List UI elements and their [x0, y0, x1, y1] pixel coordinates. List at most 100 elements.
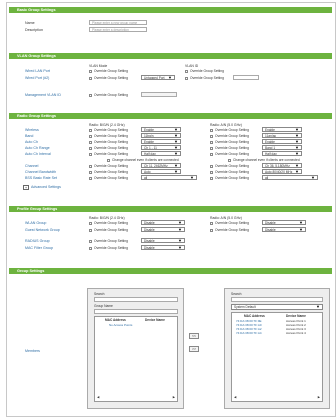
wlan-group-24-select[interactable]: Disable ▼: [141, 220, 185, 225]
override-checkbox[interactable]: [89, 177, 92, 180]
override-checkbox[interactable]: [89, 240, 92, 243]
override-label: Override Group Setting: [190, 69, 224, 73]
profile-group-header: Profile Group Settings: [9, 206, 332, 212]
select-value: Disable: [144, 246, 155, 250]
select-value: Disable: [144, 221, 155, 225]
override-label: Override Group Setting: [94, 152, 128, 156]
vlan-id-override-checkbox[interactable]: [185, 77, 188, 80]
remove-from-group-button[interactable]: >>: [189, 346, 199, 352]
guest-group-24-select[interactable]: Disable ▼: [141, 227, 185, 232]
select-value: Enable: [265, 140, 275, 144]
channel-5-select[interactable]: Ch 36, 5,180MHz ▼: [262, 163, 302, 168]
override-checkbox[interactable]: [210, 129, 213, 132]
group-settings-header: Group Settings: [9, 268, 332, 274]
override-checkbox[interactable]: [89, 129, 92, 132]
vlan-group-section: VLAN Group Settings VLAN Mode VLAN ID Wi…: [9, 53, 332, 83]
band-5-select[interactable]: 11an/ac ▼: [262, 133, 302, 138]
channel-24-select[interactable]: Ch 11, 2462MHz ▼: [141, 163, 181, 168]
override-checkbox[interactable]: [89, 222, 92, 225]
group-members-list[interactable]: MAC Address Device Name 74:DA:38:00:7F:9…: [231, 312, 323, 402]
bss-rate-24-select[interactable]: all ▼: [141, 175, 197, 180]
description-input[interactable]: Please enter a description: [89, 27, 147, 32]
group-name-field[interactable]: [94, 309, 178, 314]
mac-filter-group-select[interactable]: Disable ▼: [141, 245, 185, 250]
vlan-mode-select[interactable]: Untagged Port ▼: [141, 75, 175, 80]
override-checkbox[interactable]: [89, 153, 92, 156]
vlan-id-input[interactable]: [233, 75, 259, 80]
auto-ch-range-5-select[interactable]: Band 1 ▼: [262, 145, 302, 150]
vlan-id-override-checkbox[interactable]: [185, 70, 188, 73]
group-select[interactable]: System Default ▼: [231, 304, 323, 310]
basic-group-header: Basic Group Settings: [9, 7, 332, 13]
bandwidth-5-select[interactable]: Auto 80/40/20 MHz ▼: [262, 169, 302, 174]
override-checkbox[interactable]: [89, 171, 92, 174]
available-devices-list[interactable]: MAC Address Device Name No Access Points…: [94, 316, 178, 402]
override-label: Override Group Setting: [215, 152, 249, 156]
group-name-input[interactable]: Please enter a new group name: [89, 20, 147, 25]
management-vlan-override-checkbox[interactable]: [89, 94, 92, 97]
override-checkbox[interactable]: [89, 229, 92, 232]
radio-5-column-header: Radio: A/N (5.0 GHz): [210, 123, 242, 127]
add-to-group-button[interactable]: <<: [189, 333, 199, 339]
override-label: Override Group Setting: [94, 69, 128, 73]
auto-ch-interval-5-select[interactable]: Half day ▼: [262, 151, 302, 156]
auto-ch-interval-label: Auto Ch Interval: [25, 152, 51, 156]
wireless-24-select[interactable]: Enable ▼: [141, 127, 181, 132]
override-label: Override Group Setting: [94, 176, 128, 180]
bss-rate-5-select[interactable]: all ▼: [262, 175, 318, 180]
override-checkbox[interactable]: [210, 222, 213, 225]
override-checkbox[interactable]: [210, 135, 213, 138]
auto-ch-5-select[interactable]: Enable ▼: [262, 139, 302, 144]
auto-ch-interval-24-select[interactable]: Half day ▼: [141, 151, 181, 156]
bss-basic-rate-label: BSS Basic Rate Set: [25, 176, 57, 180]
search-label: Search: [94, 292, 105, 296]
override-checkbox[interactable]: [89, 135, 92, 138]
override-label: Override Group Setting: [215, 140, 249, 144]
band-24-select[interactable]: 11bg/n ▼: [141, 133, 181, 138]
radio-5-column-header: Radio: A/N (5.0 GHz): [210, 216, 242, 220]
override-checkbox[interactable]: [210, 171, 213, 174]
auto-ch-24-select[interactable]: Enable ▼: [141, 139, 181, 144]
available-search-input[interactable]: [94, 297, 178, 302]
wireless-5-select[interactable]: Enable ▼: [262, 127, 302, 132]
description-label: Description: [25, 28, 43, 32]
bandwidth-24-select[interactable]: Auto ▼: [141, 169, 181, 174]
override-checkbox[interactable]: [89, 141, 92, 144]
override-checkbox[interactable]: [210, 165, 213, 168]
override-checkbox[interactable]: [210, 177, 213, 180]
wlan-group-5-select[interactable]: Disable ▼: [262, 220, 306, 225]
override-label: Override Group Setting: [94, 246, 128, 250]
scroll-right-icon[interactable]: ▶: [318, 395, 320, 399]
scroll-right-icon[interactable]: ▶: [173, 395, 175, 399]
mac-filter-group-label: MAC Filter Group: [25, 246, 53, 250]
override-checkbox[interactable]: [89, 147, 92, 150]
vlan-id-column-header: VLAN ID: [185, 64, 199, 68]
override-checkbox[interactable]: [210, 153, 213, 156]
override-checkbox[interactable]: [89, 165, 92, 168]
change-channel-checkbox[interactable]: [107, 159, 110, 162]
expand-plus-icon[interactable]: +: [23, 185, 29, 190]
members-search-input[interactable]: [231, 297, 323, 302]
select-value: 11bg/n: [144, 134, 154, 138]
guest-group-5-select[interactable]: Disable ▼: [262, 227, 306, 232]
override-checkbox[interactable]: [89, 247, 92, 250]
advanced-settings-link[interactable]: Advanced Settings: [31, 185, 61, 189]
vlan-mode-override-checkbox[interactable]: [89, 70, 92, 73]
override-label: Override Group Setting: [94, 140, 128, 144]
change-channel-checkbox[interactable]: [228, 159, 231, 162]
band-label: Band: [25, 134, 34, 138]
radius-group-select[interactable]: Disable ▼: [141, 238, 185, 243]
override-checkbox[interactable]: [210, 141, 213, 144]
management-vlan-input[interactable]: [141, 92, 177, 97]
scroll-left-icon[interactable]: ◀: [97, 395, 99, 399]
chevron-down-icon: ▼: [174, 151, 178, 156]
auto-ch-range-24-select[interactable]: Ch 1 - 11 ▼: [141, 145, 181, 150]
chevron-down-icon: ▼: [295, 151, 299, 156]
scroll-left-icon[interactable]: ◀: [234, 395, 236, 399]
override-label: Override Group Setting: [94, 170, 128, 174]
vlan-mode-override-checkbox[interactable]: [89, 77, 92, 80]
override-checkbox[interactable]: [210, 147, 213, 150]
mac-cell: 74:DA:38:00:7F:A4: [236, 331, 262, 335]
override-label: Override Group Setting: [215, 221, 249, 225]
override-checkbox[interactable]: [210, 229, 213, 232]
